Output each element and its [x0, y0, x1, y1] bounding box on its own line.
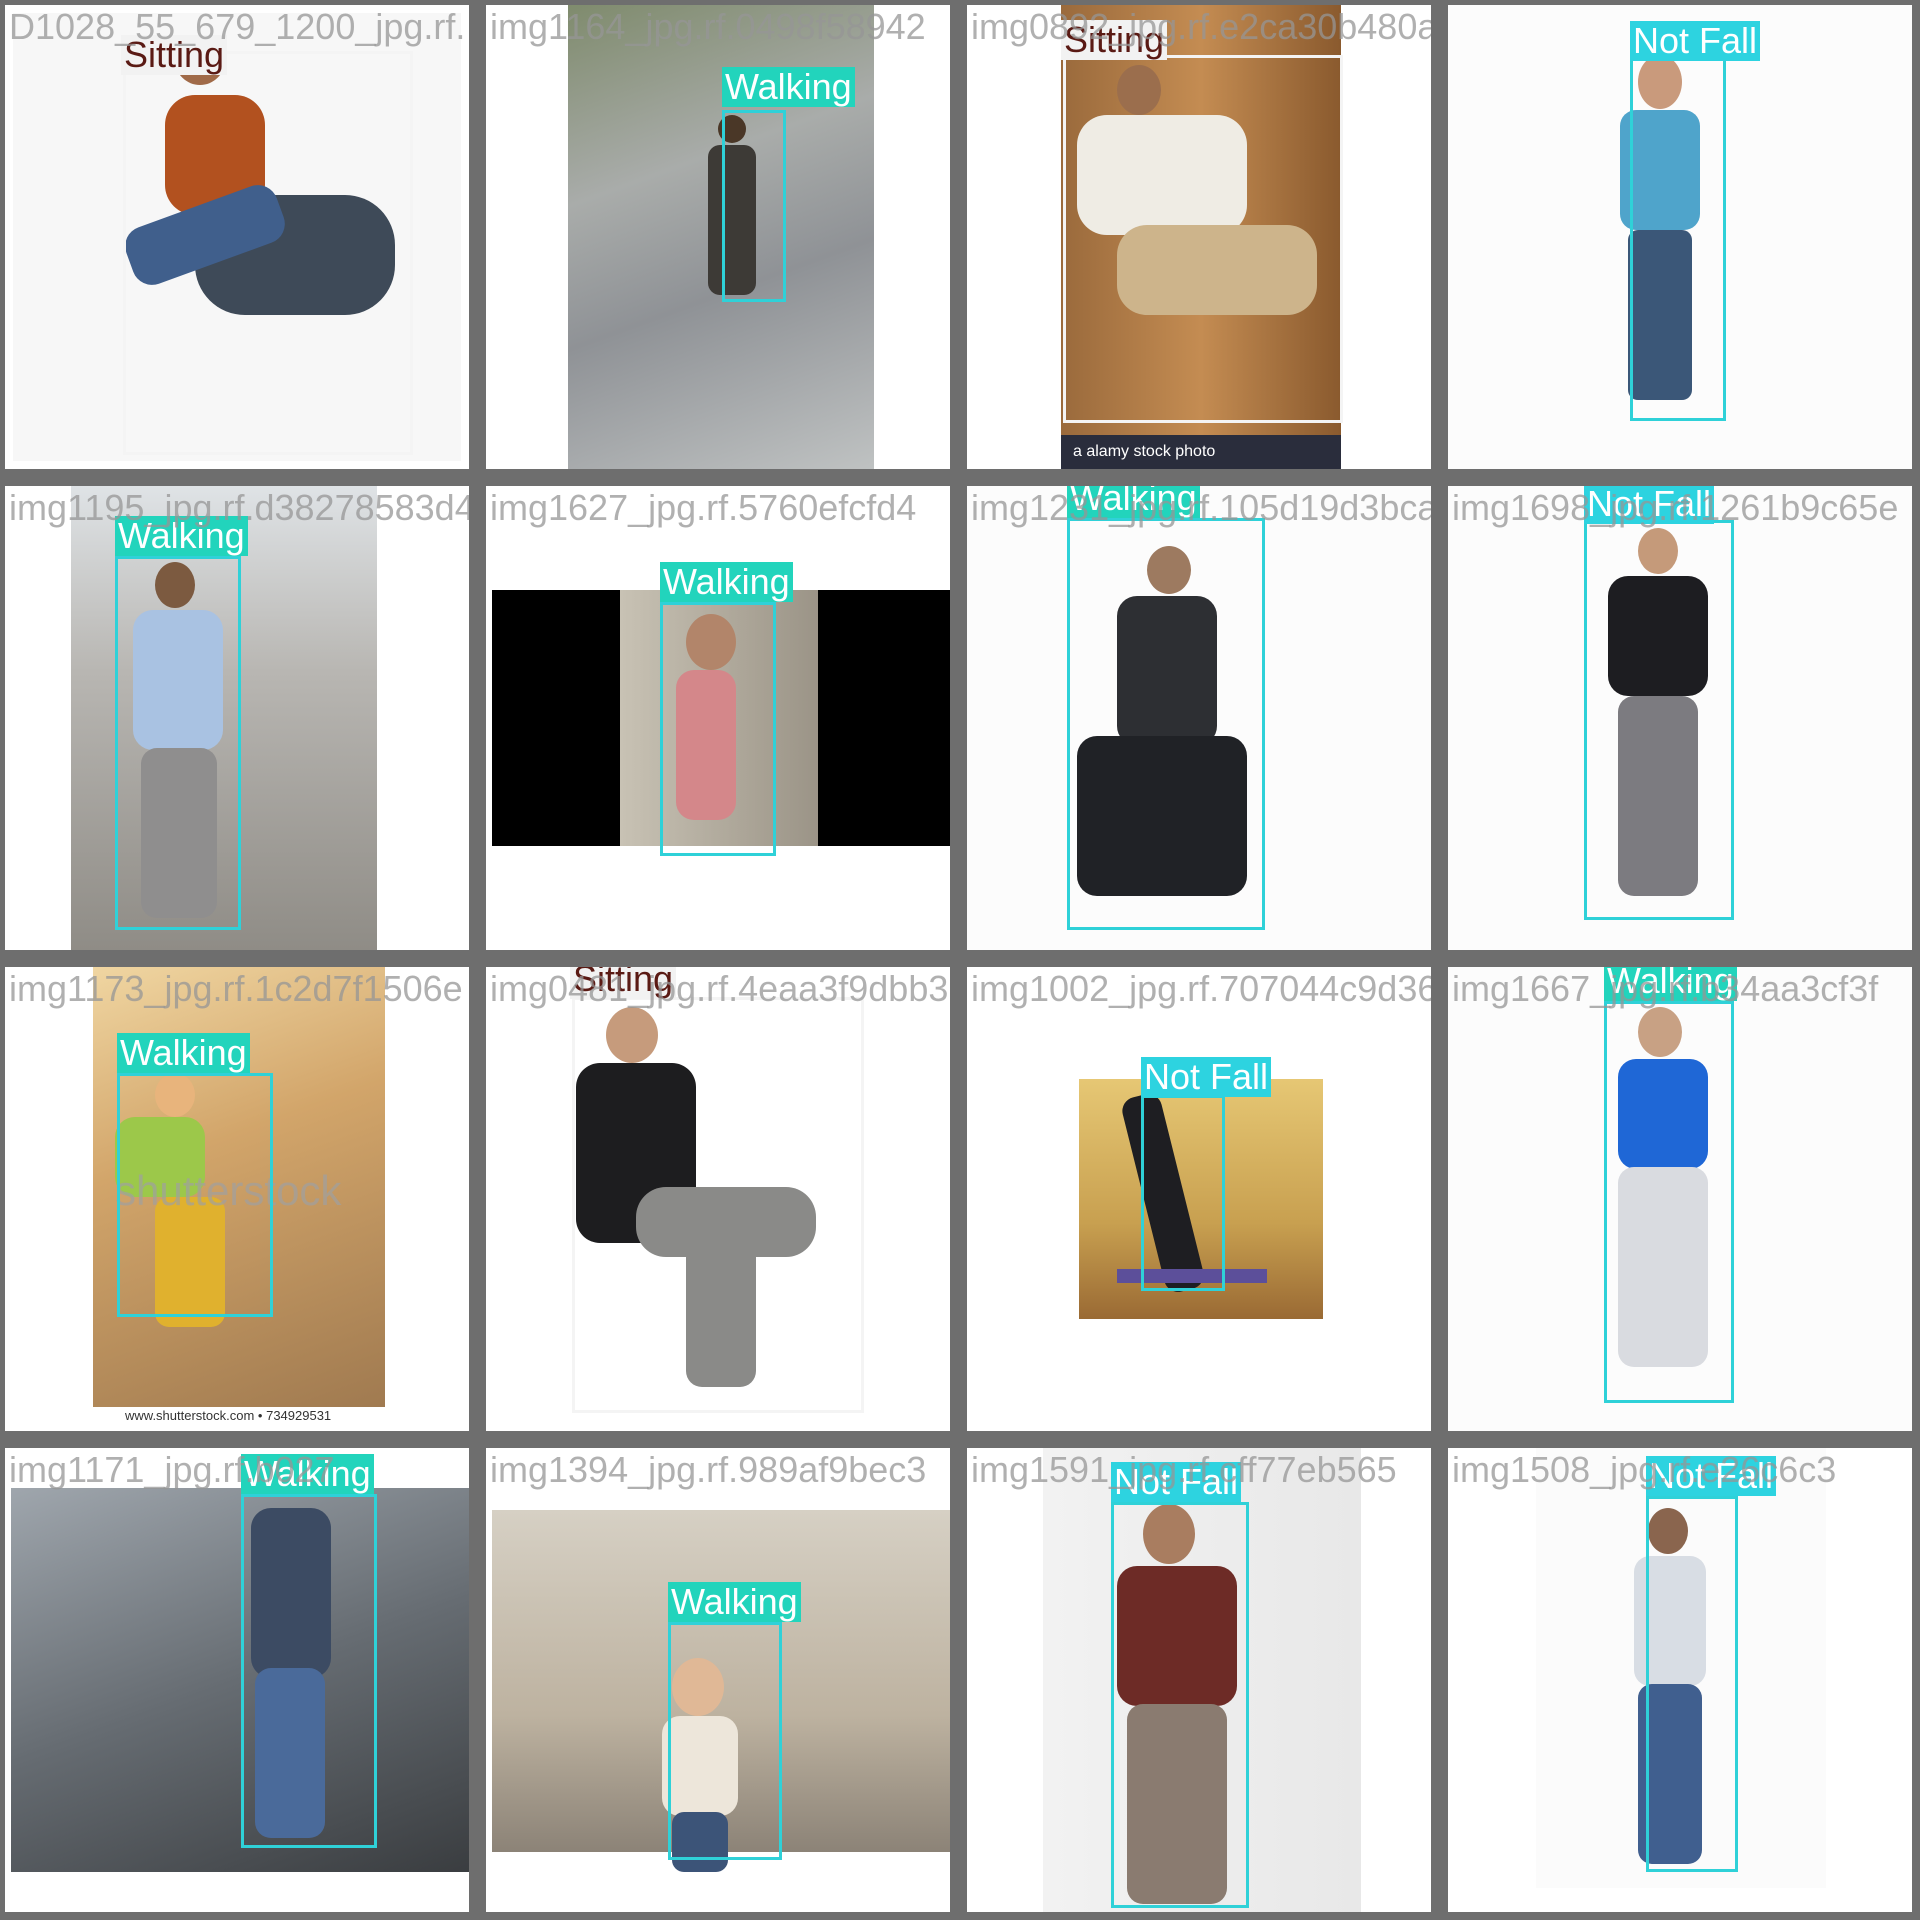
bounding-box	[1646, 1496, 1738, 1872]
tile-12: Walking img1667_jpg.rf.b34aa3cf3f	[1448, 967, 1912, 1431]
photo	[11, 1488, 469, 1872]
class-label: Walking	[117, 1033, 250, 1073]
class-label: Walking	[722, 67, 855, 107]
class-label: Walking	[660, 562, 793, 602]
class-label: Sitting	[570, 967, 677, 999]
bounding-box	[572, 997, 864, 1413]
tile-13: Walking img1171_jpg.rf.b027	[5, 1448, 469, 1912]
class-label: Not Fall	[1111, 1462, 1242, 1502]
tile-5: Walking img1195_jpg.rf.d38278583d4	[5, 486, 469, 950]
class-label: Not Fall	[1584, 486, 1715, 524]
bounding-box	[660, 602, 776, 856]
bounding-box	[1630, 55, 1726, 421]
bounding-box	[722, 110, 786, 302]
shutterstock-footer: www.shutterstock.com • 734929531	[125, 1408, 332, 1423]
bounding-box	[1063, 55, 1343, 423]
class-label: Not Fall	[1141, 1057, 1272, 1097]
class-label: Walking	[1067, 486, 1200, 518]
bounding-box	[668, 1622, 782, 1860]
bounding-box	[1067, 518, 1265, 930]
tile-2: Walking img1164_jpg.rf.0498f58942	[486, 5, 950, 469]
class-label: Walking	[241, 1454, 374, 1494]
tile-7: Walking img1231_jpg.rf.105d19d3bca0	[967, 486, 1431, 950]
tile-4: Not Fall	[1448, 5, 1912, 469]
bounding-box	[241, 1494, 377, 1848]
filename-label: img1002_jpg.rf.707044c9d36	[971, 968, 1431, 1009]
tile-11: Not Fall img1002_jpg.rf.707044c9d36	[967, 967, 1431, 1431]
class-label: Walking	[1604, 967, 1737, 1001]
class-label: Not Fall	[1630, 21, 1761, 61]
tile-3: a alamy stock photo Sitting img0892_jpg.…	[967, 5, 1431, 469]
bounding-box	[1584, 520, 1734, 920]
bounding-box	[117, 1073, 273, 1317]
tile-9: shutterstock www.shutterstock.com • 7349…	[5, 967, 469, 1431]
alamy-watermark: a alamy stock photo	[1073, 443, 1216, 460]
bounding-box	[123, 51, 413, 455]
image-mosaic: Sitting D1028_55_679_1200_jpg.rf. Walkin…	[0, 0, 1920, 1920]
class-label: Not Fall	[1646, 1456, 1777, 1496]
tile-14: Walking img1394_jpg.rf.989af9bec3	[486, 1448, 950, 1912]
tile-8: Not Fall img1698_jpg.rf.1261b9c65e	[1448, 486, 1912, 950]
class-label: Walking	[115, 516, 248, 556]
bounding-box	[1604, 1001, 1734, 1403]
class-label: Sitting	[121, 35, 228, 75]
tile-6: Walking img1627_jpg.rf.5760efcfd4	[486, 486, 950, 950]
bounding-box	[1141, 1095, 1225, 1291]
class-label: Sitting	[1061, 20, 1168, 60]
tile-10: Sitting img0481_jpg.rf.4eaa3f9dbb3	[486, 967, 950, 1431]
bounding-box	[1111, 1502, 1249, 1908]
tile-1: Sitting D1028_55_679_1200_jpg.rf.	[5, 5, 469, 469]
filename-label: img1627_jpg.rf.5760efcfd4	[490, 487, 917, 528]
bounding-box	[115, 556, 241, 930]
filename-label: img1394_jpg.rf.989af9bec3	[490, 1449, 927, 1490]
tile-16: Not Fall img1508_jpg.rf.e26c6c3	[1448, 1448, 1912, 1912]
class-label: Walking	[668, 1582, 801, 1622]
tile-15: Not Fall img1591_jpg.rf.cff77eb565	[967, 1448, 1431, 1912]
